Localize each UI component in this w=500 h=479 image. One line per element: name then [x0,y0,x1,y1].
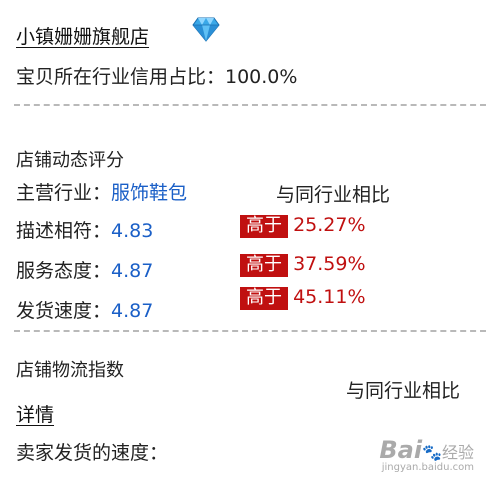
rating-label: 服务态度： [16,260,112,282]
detail-link[interactable]: 详情 [16,400,54,427]
rating-compare-service: 高于 37.59% [240,253,366,277]
rating-row-shipping: 发货速度：4.87 [16,296,153,323]
industry-label: 主营行业： [16,182,112,204]
industry-value-link[interactable]: 服饰鞋包 [111,182,187,204]
compare-header: 与同行业相比 [276,184,391,206]
higher-badge: 高于 [240,287,288,310]
rating-score: 4.83 [111,220,154,242]
shop-rating-panel: 小镇姗姗旗舰店 宝贝所在行业信用占比：100.0% 店铺动态评分 主营行业：服饰… [0,0,490,479]
rating-row-description: 描述相符：4.83 [16,216,153,243]
baidu-watermark: Bai🐾经验 jingyan.baidu.com [379,436,474,473]
higher-badge: 高于 [240,215,288,238]
rating-row-service: 服务态度：4.87 [16,256,153,283]
watermark-brand: Bai [379,436,423,464]
rating-score: 4.87 [111,260,154,282]
compare-percent: 37.59% [293,253,366,275]
shop-name-link[interactable]: 小镇姗姗旗舰店 [16,22,149,49]
logistics-compare-header: 与同行业相比 [346,380,461,402]
rating-label: 描述相符： [16,220,112,242]
rating-compare-shipping: 高于 45.11% [240,286,366,310]
divider [14,104,486,106]
rating-section-title: 店铺动态评分 [16,150,124,171]
paw-icon: 🐾 [422,443,442,462]
seller-shipping-speed-label: 卖家发货的速度： [16,442,169,464]
diamond-icon [192,16,220,42]
watermark-url: jingyan.baidu.com [381,462,474,473]
compare-percent: 25.27% [293,214,366,236]
industry-credit-ratio: 宝贝所在行业信用占比：100.0% [16,66,298,88]
industry-row: 主营行业：服饰鞋包 [16,178,187,205]
logistics-section-title: 店铺物流指数 [16,360,124,381]
divider [14,330,486,332]
watermark-suffix: 经验 [441,443,474,462]
rating-score: 4.87 [111,300,154,322]
higher-badge: 高于 [240,254,288,277]
compare-percent: 45.11% [293,286,366,308]
rating-label: 发货速度： [16,300,112,322]
rating-compare-description: 高于 25.27% [240,214,366,238]
